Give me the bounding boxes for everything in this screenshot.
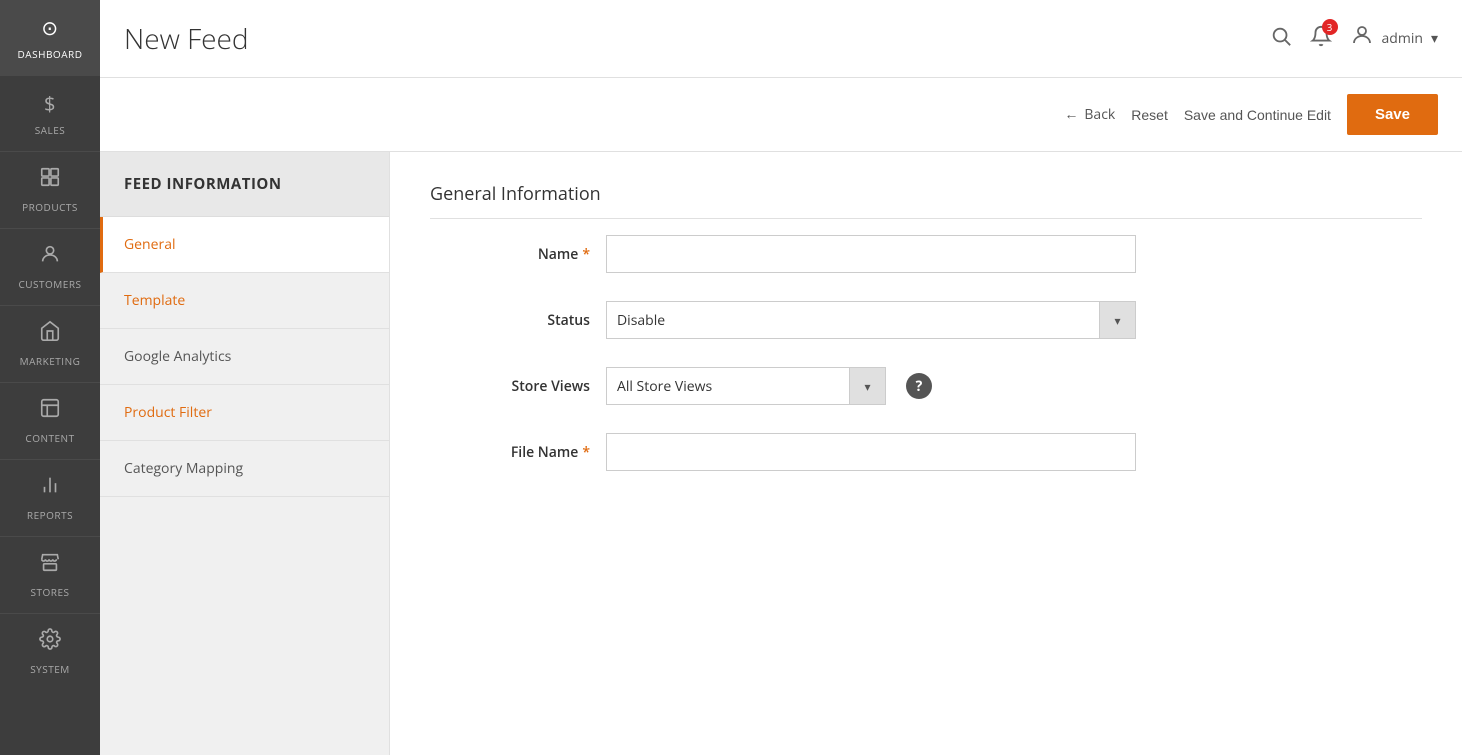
left-nav-item-category-mapping[interactable]: Category Mapping — [100, 441, 389, 497]
sidebar-item-dashboard[interactable]: ⊙ DASHBOARD — [0, 0, 100, 75]
admin-dropdown-icon: ▾ — [1431, 29, 1438, 48]
status-select[interactable]: Disable ▾ — [606, 301, 1136, 339]
file-name-required: * — [582, 443, 590, 462]
left-nav: FEED INFORMATION General Template Google… — [100, 152, 390, 755]
store-views-select[interactable]: All Store Views ▾ — [606, 367, 886, 405]
left-nav-header: FEED INFORMATION — [100, 152, 389, 217]
name-label: Name* — [430, 235, 590, 264]
left-nav-item-general[interactable]: General — [100, 217, 389, 273]
store-views-wrapper: All Store Views ▾ ? — [606, 367, 1136, 405]
sidebar-item-content[interactable]: CONTENT — [0, 382, 100, 459]
sidebar-item-label: STORES — [31, 585, 70, 599]
save-button[interactable]: Save — [1347, 94, 1438, 135]
sidebar-item-sales[interactable]: $ SALES — [0, 75, 100, 151]
search-icon[interactable] — [1270, 25, 1292, 53]
reports-icon — [39, 474, 61, 502]
sidebar-item-label: MARKETING — [20, 354, 81, 368]
status-label: Status — [430, 301, 590, 330]
form-area: General Information Name* Status Disable… — [390, 152, 1462, 755]
file-name-control — [606, 433, 1136, 471]
admin-user-menu[interactable]: admin ▾ — [1350, 23, 1438, 54]
top-header: New Feed 3 admin ▾ — [100, 0, 1462, 78]
name-control — [606, 235, 1136, 273]
file-name-field-row: File Name* — [430, 433, 1422, 471]
store-views-dropdown-icon[interactable]: ▾ — [849, 368, 885, 404]
left-nav-item-template[interactable]: Template — [100, 273, 389, 329]
store-views-value: All Store Views — [607, 371, 849, 402]
action-bar: ← Back Reset Save and Continue Edit Save — [100, 78, 1462, 152]
store-views-help-icon[interactable]: ? — [906, 373, 932, 399]
file-name-label: File Name* — [430, 433, 590, 462]
admin-name: admin — [1382, 29, 1423, 48]
sidebar-item-system[interactable]: SYSTEM — [0, 613, 100, 690]
sidebar-item-customers[interactable]: CUSTOMERS — [0, 228, 100, 305]
name-input[interactable] — [606, 235, 1136, 273]
back-button[interactable]: ← Back — [1064, 105, 1115, 124]
marketing-icon — [39, 320, 61, 348]
sidebar-item-reports[interactable]: REPORTS — [0, 459, 100, 536]
status-field-row: Status Disable ▾ — [430, 301, 1422, 339]
page-title: New Feed — [124, 20, 249, 58]
left-nav-item-product-filter[interactable]: Product Filter — [100, 385, 389, 441]
status-control: Disable ▾ — [606, 301, 1136, 339]
file-name-input[interactable] — [606, 433, 1136, 471]
save-continue-button[interactable]: Save and Continue Edit — [1184, 107, 1331, 123]
sidebar-item-marketing[interactable]: MARKETING — [0, 305, 100, 382]
status-dropdown-icon[interactable]: ▾ — [1099, 302, 1135, 338]
content-icon — [39, 397, 61, 425]
back-arrow-icon: ← — [1064, 105, 1078, 124]
header-actions: 3 admin ▾ — [1270, 23, 1438, 54]
notification-bell[interactable]: 3 — [1310, 25, 1332, 53]
sidebar: ⊙ DASHBOARD $ SALES PRODUCTS CUSTOMERS M… — [0, 0, 100, 755]
content-area: FEED INFORMATION General Template Google… — [100, 152, 1462, 755]
name-required: * — [582, 245, 590, 264]
sidebar-item-label: CUSTOMERS — [18, 277, 81, 291]
sidebar-item-label: SYSTEM — [30, 662, 70, 676]
notification-count: 3 — [1322, 19, 1338, 35]
reset-button[interactable]: Reset — [1131, 107, 1168, 123]
left-nav-item-google-analytics[interactable]: Google Analytics — [100, 329, 389, 385]
stores-icon — [39, 551, 61, 579]
sidebar-item-stores[interactable]: STORES — [0, 536, 100, 613]
sidebar-item-label: DASHBOARD — [18, 47, 83, 61]
sidebar-item-label: SALES — [35, 123, 66, 137]
customers-icon — [39, 243, 61, 271]
main-content: New Feed 3 admin ▾ ← Back Reset Save — [100, 0, 1462, 755]
name-field-row: Name* — [430, 235, 1422, 273]
sidebar-item-label: PRODUCTS — [22, 200, 78, 214]
sidebar-item-label: REPORTS — [27, 508, 73, 522]
products-icon — [39, 166, 61, 194]
status-value: Disable — [607, 305, 1099, 336]
store-views-control: All Store Views ▾ ? — [606, 367, 1136, 405]
admin-avatar-icon — [1350, 23, 1374, 54]
dashboard-icon: ⊙ — [41, 14, 58, 41]
store-views-label: Store Views — [430, 367, 590, 396]
system-icon — [39, 628, 61, 656]
sales-icon: $ — [44, 90, 56, 117]
sidebar-item-products[interactable]: PRODUCTS — [0, 151, 100, 228]
sidebar-item-label: CONTENT — [25, 431, 74, 445]
form-section-title: General Information — [430, 182, 1422, 219]
store-views-field-row: Store Views All Store Views ▾ ? — [430, 367, 1422, 405]
back-label: Back — [1084, 105, 1115, 124]
